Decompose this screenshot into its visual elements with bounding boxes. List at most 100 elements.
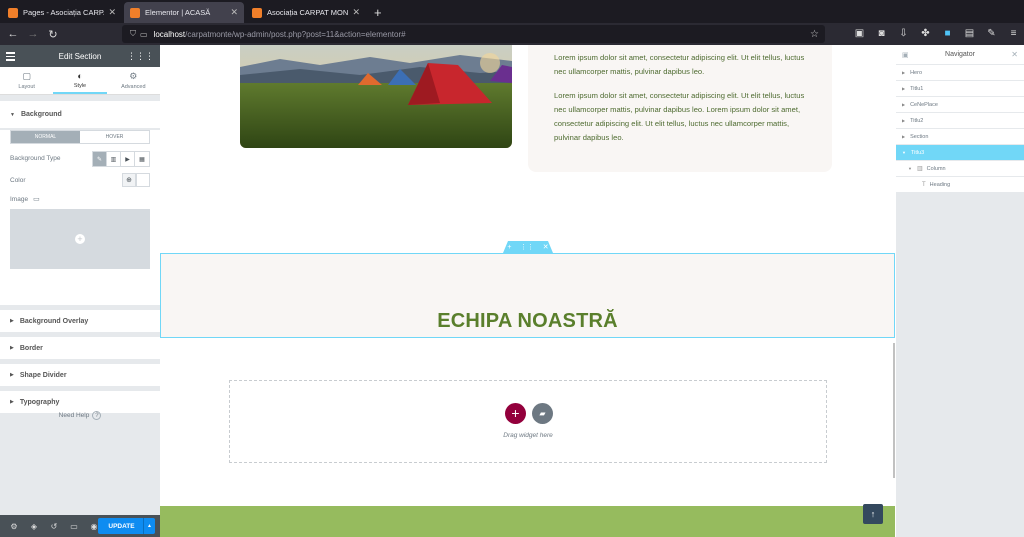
background-overlay-section[interactable]: ▶ Background Overlay xyxy=(0,310,160,332)
add-section-icon[interactable]: + xyxy=(507,244,511,251)
add-image-icon: + xyxy=(75,234,85,244)
browser-tab-pages[interactable]: Pages - Asociația CARPAT MO ✕ xyxy=(2,2,122,23)
navigator-item-titlu2[interactable]: ▶ Titlu2 xyxy=(896,113,1024,129)
normal-state-button[interactable]: NORMAL xyxy=(11,131,80,143)
history-icon[interactable]: ↺ xyxy=(44,522,64,531)
video-icon[interactable]: ▶ xyxy=(121,152,135,166)
color-row: Color ⊕ xyxy=(10,169,150,191)
forward-icon[interactable]: → xyxy=(23,28,43,40)
section-label: Border xyxy=(19,344,43,352)
camping-photo[interactable] xyxy=(240,45,512,148)
add-new-section-button[interactable]: + xyxy=(505,403,526,424)
tab-advanced[interactable]: ⚙ Advanced xyxy=(107,67,160,94)
bookmark-star-icon[interactable]: ☆ xyxy=(810,29,819,40)
widgets-grid-icon[interactable]: ⋮⋮⋮ xyxy=(127,51,154,62)
template-library-folder-icon[interactable]: ▰ xyxy=(532,403,553,424)
reload-icon[interactable]: ↻ xyxy=(43,28,63,41)
state-switcher: NORMAL HOVER xyxy=(10,130,150,144)
navigator-item-column[interactable]: ▼ ▥ Column xyxy=(896,161,1024,177)
close-icon[interactable]: ✕ xyxy=(108,7,116,18)
tab-label: Style xyxy=(73,82,87,89)
browser-toolbar: ← → ↻ ⛉ ▭ localhost /carpatmonte/wp-admi… xyxy=(0,23,1024,45)
navigator-panel: ▣ Navigator ✕ ▶ Hero ▶ Titlu1 ▶ CeNePlace ▶… xyxy=(896,45,1024,537)
text-card[interactable]: Lorem ipsum dolor sit amet, consectetur … xyxy=(528,45,832,172)
save-icon[interactable]: ■ xyxy=(941,27,954,40)
layers-icon[interactable]: ◈ xyxy=(24,522,44,531)
gradient-icon[interactable]: ▥ xyxy=(107,152,121,166)
navigator-header: ▣ Navigator ✕ xyxy=(896,45,1024,65)
extension-icon[interactable]: ✤ xyxy=(919,27,932,40)
section-label: Background xyxy=(20,111,62,118)
navigator-item-section[interactable]: ▶ Section xyxy=(896,129,1024,145)
image-chooser[interactable]: + xyxy=(10,209,150,269)
caret-down-icon[interactable]: ▼ xyxy=(908,166,912,171)
expand-all-icon[interactable]: ▣ xyxy=(902,51,909,59)
browser-tab-bar: Pages - Asociația CARPAT MO ✕ Elementor … xyxy=(0,0,1024,23)
caret-right-icon[interactable]: ▶ xyxy=(902,86,905,91)
caret-right-icon[interactable]: ▶ xyxy=(902,102,905,107)
tab-label: Layout xyxy=(18,84,35,90)
reader-icon[interactable]: ▣ xyxy=(853,27,866,40)
navigator-item-heading[interactable]: T Heading xyxy=(896,177,1024,193)
section-label: Shape Divider xyxy=(19,371,67,379)
tab-style[interactable]: ◐ Style xyxy=(53,67,107,94)
browser-tab-elementor[interactable]: Elementor | ACASĂ ✕ xyxy=(124,2,244,23)
responsive-icon[interactable]: ▭ xyxy=(64,522,84,531)
close-icon[interactable]: ✕ xyxy=(230,7,238,18)
caret-right-icon: ▶ xyxy=(10,372,14,378)
menu-icon[interactable]: ≡ xyxy=(1007,27,1020,40)
tab-label: Advanced xyxy=(121,84,146,90)
background-type-buttons: ✎ ▥ ▶ ▦ xyxy=(92,151,150,167)
desktop-icon[interactable]: ▭ xyxy=(33,195,40,203)
tab-label: Elementor | ACASĂ xyxy=(145,8,211,17)
shape-divider-section[interactable]: ▶ Shape Divider xyxy=(0,364,160,386)
delete-section-icon[interactable]: ✕ xyxy=(543,243,549,251)
navigator-item-titlu1[interactable]: ▶ Titlu1 xyxy=(896,81,1024,97)
canvas-scrollbar[interactable] xyxy=(893,343,895,478)
new-tab-button[interactable]: + xyxy=(374,2,382,23)
classic-brush-icon[interactable]: ✎ xyxy=(93,152,107,166)
download-icon[interactable]: ⇩ xyxy=(897,27,910,40)
favicon-icon xyxy=(130,7,140,18)
slideshow-icon[interactable]: ▦ xyxy=(135,152,149,166)
typography-section[interactable]: ▶ Typography xyxy=(0,391,160,413)
color-picker[interactable] xyxy=(136,173,150,187)
tent-landscape-image xyxy=(240,45,512,148)
update-label: UPDATE xyxy=(108,522,135,530)
footer-section[interactable] xyxy=(160,506,895,537)
hamburger-menu-icon[interactable] xyxy=(6,52,15,63)
scroll-to-top-icon[interactable]: ↑ xyxy=(863,504,883,524)
caret-right-icon[interactable]: ▶ xyxy=(902,118,905,123)
close-icon[interactable]: ✕ xyxy=(352,7,360,18)
gear-icon: ⚙ xyxy=(129,71,138,81)
layout-icon: ▢ xyxy=(22,71,31,81)
hover-state-button[interactable]: HOVER xyxy=(80,131,149,143)
empty-section-dropzone[interactable]: + ▰ Drag widget here xyxy=(229,380,827,463)
caret-up-icon[interactable]: ▲ xyxy=(143,518,155,534)
update-button[interactable]: UPDATE ▲ xyxy=(98,518,155,534)
caret-right-icon[interactable]: ▶ xyxy=(902,70,905,75)
favicon-icon xyxy=(252,7,262,18)
url-bar[interactable]: ⛉ ▭ localhost /carpatmonte/wp-admin/post… xyxy=(122,25,825,43)
back-icon[interactable]: ← xyxy=(3,28,23,40)
translate-icon[interactable]: ▤ xyxy=(963,27,976,40)
border-section[interactable]: ▶ Border xyxy=(0,337,160,359)
navigator-item-ceneplace[interactable]: ▶ CeNePlace xyxy=(896,97,1024,113)
panel-header: Edit Section ⋮⋮⋮ xyxy=(0,45,160,67)
caret-down-icon[interactable]: ▼ xyxy=(902,150,906,155)
section-heading[interactable]: ECHIPA NOASTRĂ xyxy=(160,310,895,333)
need-help-link[interactable]: Need Help? xyxy=(0,411,160,420)
caret-right-icon[interactable]: ▶ xyxy=(902,134,905,139)
pocket-icon[interactable]: ◙ xyxy=(875,27,888,40)
drag-handle-icon[interactable]: ⋮⋮ xyxy=(520,243,534,251)
navigator-item-titlu3[interactable]: ▼ Titlu3 xyxy=(896,145,1024,161)
extension-icons: ▣ ◙ ⇩ ✤ ■ ▤ ✎ ≡ xyxy=(853,27,1020,40)
close-icon[interactable]: ✕ xyxy=(1011,50,1018,59)
settings-icon[interactable]: ⚙ xyxy=(4,522,24,531)
browser-tab-site[interactable]: Asociația CARPAT MONTE - ✕ xyxy=(246,2,366,23)
navigator-item-hero[interactable]: ▶ Hero xyxy=(896,65,1024,81)
tab-layout[interactable]: ▢ Layout xyxy=(0,67,53,94)
background-section-header[interactable]: ▼ Background xyxy=(0,101,160,128)
tool-icon[interactable]: ✎ xyxy=(985,27,998,40)
global-colors-icon[interactable]: ⊕ xyxy=(122,173,136,187)
